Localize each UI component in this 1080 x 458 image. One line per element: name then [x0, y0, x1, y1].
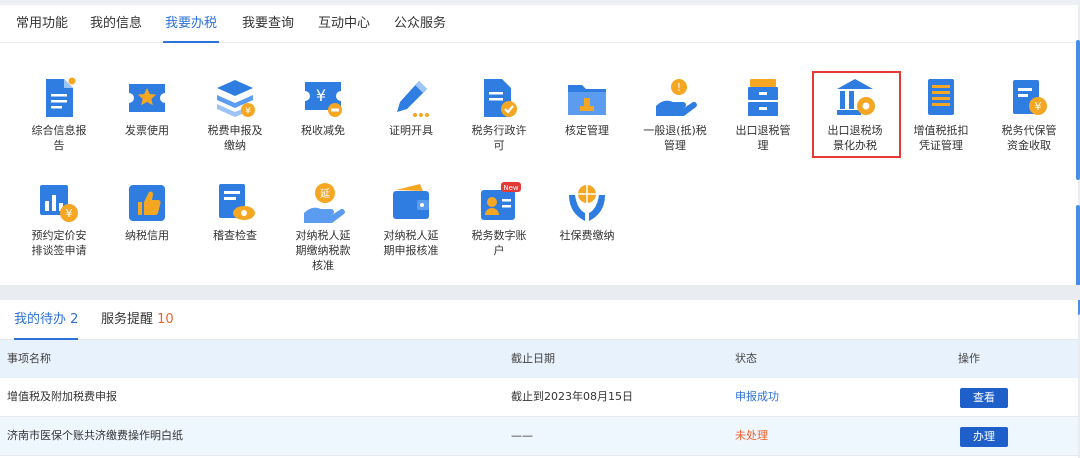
row-deadline: ——: [511, 429, 533, 442]
func-tax-credit[interactable]: 纳税信用: [105, 181, 189, 243]
table-header: 事项名称 截止日期 状态 操作: [0, 340, 1078, 378]
hand-delay-icon: 延: [304, 183, 345, 223]
func-comprehensive-report[interactable]: 综合信息报告: [17, 76, 101, 153]
document-eye-icon: [219, 184, 255, 220]
svg-text:¥: ¥: [316, 86, 326, 105]
tab-service-reminder[interactable]: 服务提醒 10: [101, 300, 174, 340]
hands-globe-icon: [569, 185, 605, 221]
func-deferred-payment[interactable]: 延 对纳税人延 期缴纳税款 核准: [281, 181, 365, 273]
func-social-security[interactable]: 社保费缴纳: [545, 181, 629, 243]
tab-interaction[interactable]: 互动中心: [316, 5, 372, 43]
hand-coin-icon: !: [656, 79, 697, 116]
svg-text:¥: ¥: [245, 107, 251, 117]
folder-stamp-icon: [568, 85, 606, 115]
pencil-icon: [397, 81, 429, 117]
svg-text:延: 延: [320, 188, 330, 200]
tab-query[interactable]: 我要查询: [240, 5, 296, 43]
row-item-name: 济南市医保个账共济缴费操作明白纸: [7, 429, 183, 442]
new-badge: New: [503, 184, 519, 192]
func-assessment[interactable]: 核定管理: [545, 76, 629, 138]
wallet-icon: [393, 184, 429, 219]
func-admin-license[interactable]: 税务行政许可: [457, 76, 541, 153]
layers-coin-icon: ¥: [217, 80, 255, 117]
document-check-icon: [484, 79, 517, 117]
cabinet-icon: [748, 79, 778, 116]
row-deadline: 截止到2023年08月15日: [511, 390, 633, 403]
func-custody-funds[interactable]: ¥ 税务代保管 资金收取: [987, 76, 1071, 153]
func-deferred-declaration[interactable]: 对纳税人延 期申报核准: [369, 181, 453, 258]
document-stack-icon: [928, 79, 954, 115]
function-grid: 综合信息报告 发票使用 ¥ 税费申报及 缴纳 ¥ 税收减免 证明开具 税务行政许…: [0, 43, 1078, 285]
table-row: 济南市医保个账共济缴费操作明白纸 —— 未处理 办理: [0, 417, 1078, 456]
func-tax-relief[interactable]: ¥ 税收减免: [281, 76, 365, 138]
todo-count: 2: [70, 312, 79, 327]
todo-tabs: 我的待办 2 服务提醒 10: [0, 300, 1078, 340]
right-scroll-indicator[interactable]: [1076, 40, 1080, 180]
func-certificate[interactable]: 证明开具: [369, 76, 453, 138]
reminder-count: 10: [157, 312, 174, 327]
row-status: 申报成功: [735, 390, 779, 403]
svg-text:¥: ¥: [1035, 100, 1042, 113]
document-list-icon: [46, 77, 76, 117]
main-tabs: 常用功能 我的信息 我要办税 我要查询 互动中心 公众服务: [0, 5, 1078, 43]
col-action: 操作: [958, 352, 980, 365]
tab-tax-handling[interactable]: 我要办税: [163, 5, 220, 43]
chart-yen-icon: ¥: [40, 185, 78, 222]
func-general-refund[interactable]: ! 一般退(抵)税 管理: [633, 76, 717, 153]
account-card-icon: New: [481, 182, 521, 220]
thumbs-up-icon: [129, 185, 165, 221]
highlight-frame: [812, 71, 901, 158]
tab-my-info[interactable]: 我的信息: [88, 5, 144, 43]
func-export-refund-mgmt[interactable]: 出口退税管理: [721, 76, 805, 153]
col-deadline: 截止日期: [511, 352, 555, 365]
row-status: 未处理: [735, 429, 768, 442]
handle-button[interactable]: 办理: [960, 427, 1008, 447]
tab-common[interactable]: 常用功能: [14, 5, 70, 43]
func-inspection[interactable]: 稽查检查: [193, 181, 277, 243]
func-invoice-use[interactable]: 发票使用: [105, 76, 189, 138]
todo-panel: 我的待办 2 服务提醒 10 事项名称 截止日期 状态 操作 增值税及附加税费申…: [0, 300, 1078, 458]
tab-public-service[interactable]: 公众服务: [392, 5, 448, 43]
document-yen-icon: ¥: [1013, 80, 1047, 115]
svg-text:¥: ¥: [66, 207, 73, 220]
tab-my-todo[interactable]: 我的待办 2: [14, 300, 79, 340]
table-row: 增值税及附加税费申报 截止到2023年08月15日 申报成功 查看: [0, 378, 1078, 417]
func-digital-account[interactable]: New 税务数字账户: [457, 181, 541, 258]
svg-text:!: !: [677, 81, 681, 94]
func-apa-application[interactable]: ¥ 预约定价安 排谈签申请: [17, 181, 101, 258]
col-status: 状态: [735, 352, 757, 365]
func-vat-deduction[interactable]: 增值税抵扣 凭证管理: [899, 76, 983, 153]
row-item-name: 增值税及附加税费申报: [7, 390, 117, 403]
yen-ticket-minus-icon: ¥: [305, 82, 342, 117]
func-declare-pay[interactable]: ¥ 税费申报及 缴纳: [193, 76, 277, 153]
section-gap: [0, 285, 1080, 300]
view-button[interactable]: 查看: [960, 388, 1008, 408]
function-panel: 常用功能 我的信息 我要办税 我要查询 互动中心 公众服务 综合信息报告 发票使…: [0, 5, 1078, 285]
col-item-name: 事项名称: [7, 352, 51, 365]
invoice-star-icon: [129, 84, 165, 112]
